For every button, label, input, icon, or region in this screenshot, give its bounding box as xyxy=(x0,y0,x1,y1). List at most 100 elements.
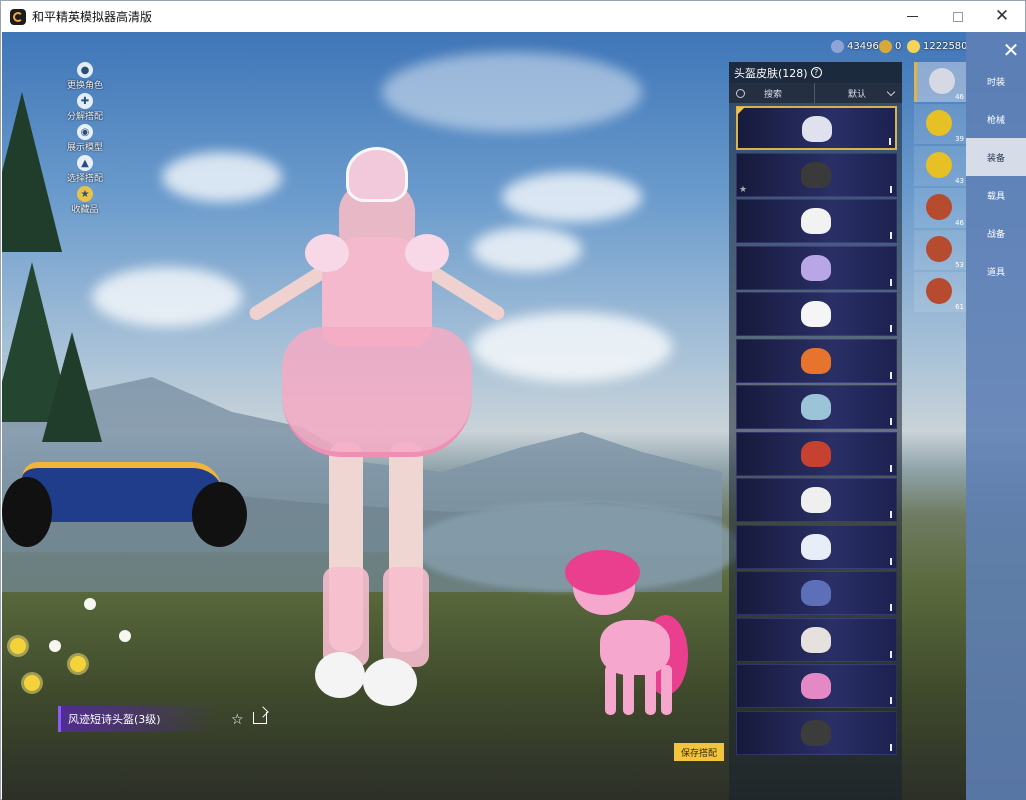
helmet-yellow-icon xyxy=(926,152,952,178)
skin-item[interactable] xyxy=(736,664,897,708)
tool-select-outfit[interactable]: ▲ 选择搭配 xyxy=(50,155,120,186)
nav-item-items[interactable]: 道具 xyxy=(966,252,1026,290)
tool-label: 选择搭配 xyxy=(66,174,103,184)
flower xyxy=(10,638,26,654)
slot-count: 43 xyxy=(955,177,964,185)
sort-dropdown[interactable]: 默认 xyxy=(815,83,902,103)
help-icon[interactable]: ? xyxy=(810,67,822,78)
flower xyxy=(24,675,40,691)
flower xyxy=(119,630,131,642)
nav-item-equipment[interactable]: 装备 xyxy=(966,138,1026,176)
skin-marker xyxy=(889,138,891,145)
skin-item[interactable] xyxy=(736,431,897,476)
skin-item[interactable] xyxy=(736,292,897,336)
pony-mane xyxy=(565,550,640,595)
nav-item-guns[interactable]: 枪械 xyxy=(966,100,1026,138)
equipment-slot[interactable]: 53 xyxy=(914,230,966,270)
flower xyxy=(49,640,61,652)
character-model[interactable] xyxy=(217,142,527,732)
maximize-button[interactable] xyxy=(935,1,981,32)
panel-title: 头盔皮肤(128) xyxy=(734,66,808,80)
slot-count: 39 xyxy=(955,135,964,143)
character-sleeve xyxy=(305,234,349,272)
equipment-slot[interactable]: 43 xyxy=(914,146,966,186)
skin-marker xyxy=(890,650,892,658)
search-button[interactable]: 搜索 xyxy=(729,83,815,103)
vehicle-kart xyxy=(2,427,252,557)
skin-item[interactable] xyxy=(736,199,897,243)
share-icon[interactable] xyxy=(253,712,267,724)
skin-marker xyxy=(890,232,892,239)
skin-item[interactable]: ★ xyxy=(736,152,897,197)
filter-bar: 搜索 默认 xyxy=(729,83,902,103)
app-window: 和平精英模拟器高清版 ✕ ● 更换角色 ✚ 分解搭配 ◉ 展示模型 ▲ 选择搭配… xyxy=(0,0,1026,800)
helmet-skin-thumbnail xyxy=(801,394,831,420)
skin-item[interactable] xyxy=(736,617,897,662)
hanger-icon: ▲ xyxy=(77,155,93,171)
save-outfit-button[interactable]: 保存搭配 xyxy=(674,743,724,761)
close-panel-button[interactable]: ✕ xyxy=(1000,38,1022,62)
backpack-red-icon xyxy=(926,278,952,304)
equipment-slot[interactable]: 46 xyxy=(914,62,966,102)
skin-item[interactable] xyxy=(736,106,897,150)
helmet-skin-thumbnail xyxy=(801,673,831,699)
character-helmet xyxy=(346,147,408,202)
helmet-skin-thumbnail xyxy=(801,161,831,188)
tool-change-role[interactable]: ● 更换角色 xyxy=(50,62,120,93)
helmet-skin-thumbnail xyxy=(801,580,831,606)
title-bar: 和平精英模拟器高清版 ✕ xyxy=(1,1,1025,32)
skin-item[interactable] xyxy=(736,338,897,383)
currency-value: 1222580 xyxy=(923,40,968,52)
skin-marker xyxy=(890,325,892,332)
skin-item[interactable] xyxy=(736,571,897,615)
trophy-icon: ★ xyxy=(77,186,93,202)
tool-label: 收藏品 xyxy=(71,205,99,215)
coin-blue-icon xyxy=(831,39,844,53)
skin-item[interactable] xyxy=(736,524,897,569)
tool-show-model[interactable]: ◉ 展示模型 xyxy=(50,124,120,155)
left-toolbar: ● 更换角色 ✚ 分解搭配 ◉ 展示模型 ▲ 选择搭配 ★ 收藏品 xyxy=(50,62,120,217)
chevron-down-icon xyxy=(886,87,896,97)
pet-pony xyxy=(565,550,695,715)
puzzle-icon: ✚ xyxy=(77,93,93,109)
character-sock xyxy=(383,567,429,667)
nav-item-fashion[interactable]: 时装 xyxy=(966,62,1026,100)
backpack-red-icon xyxy=(926,236,952,262)
helmet-skin-thumbnail xyxy=(802,116,832,142)
skin-item[interactable] xyxy=(736,385,897,429)
game-viewport: ● 更换角色 ✚ 分解搭配 ◉ 展示模型 ▲ 选择搭配 ★ 收藏品 43496 … xyxy=(2,32,1026,800)
close-button[interactable]: ✕ xyxy=(979,1,1025,32)
flower xyxy=(84,598,96,610)
helmet-skin-thumbnail xyxy=(801,487,831,513)
slot-count: 46 xyxy=(955,93,964,101)
skin-marker xyxy=(890,371,892,379)
search-label: 搜索 xyxy=(764,89,783,100)
pony-leg xyxy=(605,665,616,715)
nav-item-combat-prep[interactable]: 战备 xyxy=(966,214,1026,252)
skin-item[interactable] xyxy=(736,710,897,755)
helmet-yellow-icon xyxy=(926,110,952,136)
skin-item[interactable] xyxy=(736,478,897,522)
equipment-slots: 46 39 43 46 53 61 xyxy=(914,62,966,314)
tool-split-outfit[interactable]: ✚ 分解搭配 xyxy=(50,93,120,124)
minimize-button[interactable] xyxy=(889,1,935,32)
nav-item-vehicles[interactable]: 载具 xyxy=(966,176,1026,214)
character-shoe xyxy=(363,658,417,706)
helmet-skin-thumbnail xyxy=(801,719,831,746)
helmet-skin-thumbnail xyxy=(801,301,831,327)
skin-marker xyxy=(890,464,892,472)
helmet-skin-thumbnail xyxy=(801,626,831,653)
tool-collection[interactable]: ★ 收藏品 xyxy=(50,186,120,217)
skin-marker xyxy=(890,185,892,193)
equipment-slot[interactable]: 61 xyxy=(914,272,966,312)
helmet-skin-thumbnail xyxy=(801,347,831,374)
equipment-slot[interactable]: 39 xyxy=(914,104,966,144)
character-shoe xyxy=(315,652,365,698)
equipment-slot[interactable]: 46 xyxy=(914,188,966,228)
helmet-skin-thumbnail xyxy=(801,533,831,560)
coupon-icon xyxy=(907,39,920,53)
skin-item[interactable] xyxy=(736,245,897,290)
kart-wheel xyxy=(2,477,52,547)
favorite-star-icon[interactable]: ☆ xyxy=(231,712,244,728)
pony-leg xyxy=(661,665,672,715)
